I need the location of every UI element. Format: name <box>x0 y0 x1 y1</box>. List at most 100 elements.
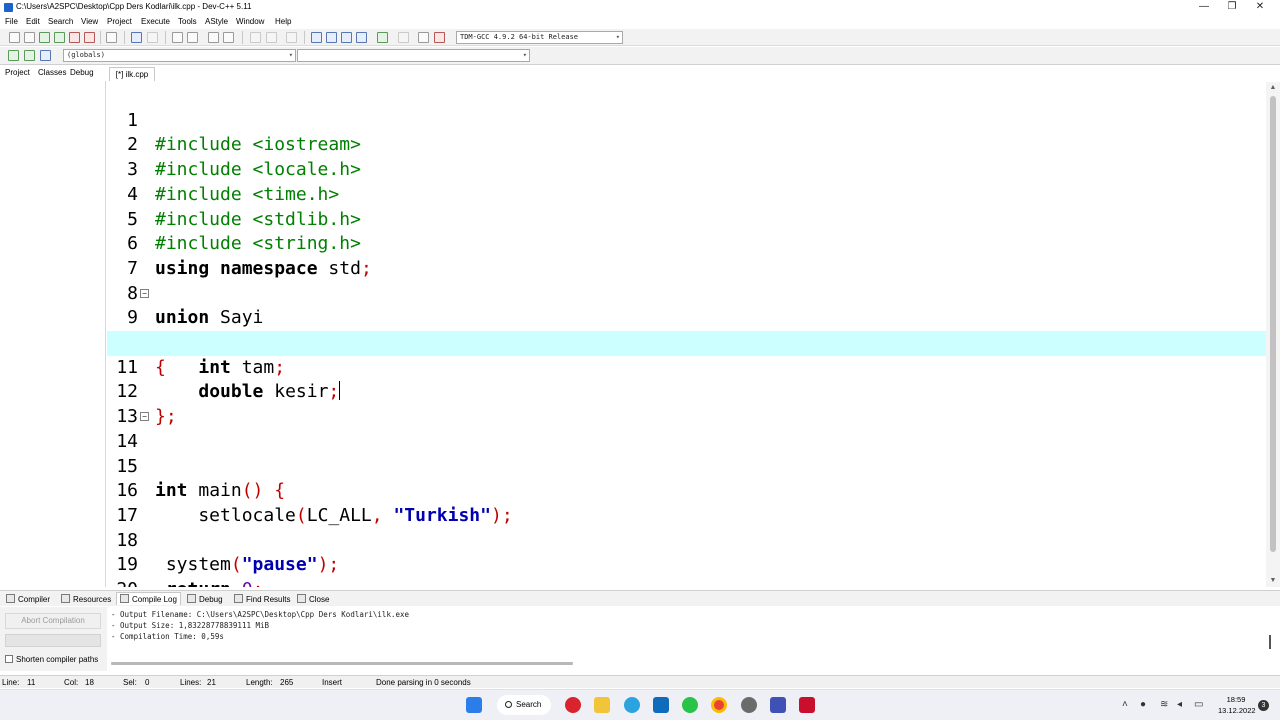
code-line-10: 10 int tam; <box>107 306 1266 378</box>
devcpp-taskbar-icon[interactable] <box>770 697 786 713</box>
menu-help[interactable]: Help <box>275 17 291 26</box>
telegram-icon[interactable] <box>624 697 640 713</box>
bookmark-icon[interactable] <box>223 32 234 43</box>
whatsapp-icon[interactable] <box>682 697 698 713</box>
scope-select[interactable]: (globals) ▾ <box>63 49 296 62</box>
settings-icon[interactable] <box>741 697 757 713</box>
insert-icon[interactable] <box>8 50 19 61</box>
redo-icon[interactable] <box>147 32 158 43</box>
project-options-icon[interactable] <box>286 32 297 43</box>
devcpp-app-icon <box>4 3 13 12</box>
fold-toggle-icon[interactable]: − <box>140 412 149 422</box>
tab-find-results[interactable]: Find Results <box>234 594 290 604</box>
project-remove-icon[interactable] <box>266 32 277 43</box>
fold-toggle-icon[interactable]: − <box>140 288 149 298</box>
find-icon[interactable] <box>172 32 183 43</box>
log-vertical-scrollbar[interactable] <box>1269 635 1271 649</box>
notification-badge[interactable]: 3 <box>1258 700 1269 711</box>
shorten-paths-checkbox[interactable]: Shorten compiler paths <box>5 655 98 664</box>
microphone-icon[interactable]: ● <box>1140 699 1146 710</box>
scrollbar-thumb[interactable] <box>1270 96 1276 552</box>
code-line-15: 15 <box>107 430 1266 477</box>
editor-vertical-scrollbar[interactable]: ▲ ▼ <box>1266 82 1280 587</box>
close-file-icon[interactable] <box>69 32 80 43</box>
output-tabs: Compiler Resources Compile Log Debug Fin… <box>0 590 1280 606</box>
menu-window[interactable]: Window <box>236 17 264 26</box>
menu-astyle[interactable]: AStyle <box>205 17 228 26</box>
wifi-icon[interactable]: ≋ <box>1160 699 1168 710</box>
replace-icon[interactable] <box>187 32 198 43</box>
code-line-6: 6 using namespace std; <box>107 208 1266 279</box>
taskbar-search[interactable]: Search <box>497 695 551 715</box>
opera-icon[interactable] <box>565 697 581 713</box>
status-length: 265 <box>280 678 294 687</box>
open-file-icon[interactable] <box>24 32 35 43</box>
tab-close[interactable]: Close <box>297 594 329 604</box>
scroll-up-icon[interactable]: ▲ <box>1266 82 1280 94</box>
goto-bookmark-icon[interactable] <box>40 50 51 61</box>
stop-execution-icon[interactable] <box>398 32 409 43</box>
windows-start-icon[interactable] <box>466 697 482 713</box>
tab-classes[interactable]: Classes <box>38 68 66 77</box>
code-line-12: 12 }; <box>107 356 1266 427</box>
tab-compiler[interactable]: Compiler <box>6 594 50 604</box>
tab-resources[interactable]: Resources <box>61 594 111 604</box>
toggle-bookmark-icon[interactable] <box>24 50 35 61</box>
outlook-icon[interactable] <box>653 697 669 713</box>
goto-line-icon[interactable] <box>208 32 219 43</box>
menu-view[interactable]: View <box>81 17 98 26</box>
menu-tools[interactable]: Tools <box>178 17 197 26</box>
chrome-icon[interactable] <box>711 697 727 713</box>
chevron-up-icon[interactable]: ˄ <box>1122 699 1128 710</box>
compile-icon[interactable] <box>311 32 322 43</box>
code-line-5: 5 #include <string.h> <box>107 183 1266 255</box>
compiler-select[interactable]: TDM-GCC 4.9.2 64-bit Release ▾ <box>456 31 623 44</box>
code-line-9: 9 − { <box>107 282 1266 378</box>
tab-compile-log[interactable]: Compile Log <box>116 592 181 605</box>
pdf-reader-icon[interactable] <box>799 697 815 713</box>
run-icon[interactable] <box>326 32 337 43</box>
profile-icon[interactable] <box>418 32 429 43</box>
code-editor[interactable]: 1 #include <iostream> 2 #include <locale… <box>107 82 1266 587</box>
compiler-icon <box>6 594 15 603</box>
abort-compilation-button[interactable]: Abort Compilation <box>5 613 101 629</box>
scroll-down-icon[interactable]: ▼ <box>1266 575 1280 587</box>
title-bar: C:\Users\A2SPC\Desktop\Cpp Ders Kodlari\… <box>0 0 1280 15</box>
clock-date: 13.12.2022 <box>1218 706 1256 715</box>
status-sel: 0 <box>145 678 150 687</box>
menu-file[interactable]: File <box>5 17 18 26</box>
tab-project[interactable]: Project <box>5 68 30 77</box>
menu-search[interactable]: Search <box>48 17 73 26</box>
battery-icon[interactable]: ▭ <box>1194 699 1203 710</box>
minimize-button[interactable]: — <box>1190 0 1218 15</box>
syntax-check-icon[interactable] <box>377 32 388 43</box>
taskbar-clock[interactable]: 18:59 13.12.2022 <box>1218 694 1256 716</box>
print-icon[interactable] <box>106 32 117 43</box>
rebuild-all-icon[interactable] <box>356 32 367 43</box>
tab-debug[interactable]: Debug <box>70 68 94 77</box>
file-explorer-icon[interactable] <box>594 697 610 713</box>
symbol-select[interactable]: ▾ <box>297 49 530 62</box>
menu-project[interactable]: Project <box>107 17 132 26</box>
close-all-icon[interactable] <box>84 32 95 43</box>
project-add-icon[interactable] <box>250 32 261 43</box>
menu-execute[interactable]: Execute <box>141 17 170 26</box>
menu-edit[interactable]: Edit <box>26 17 40 26</box>
tab-ilk-cpp[interactable]: [*] ilk.cpp <box>109 67 155 81</box>
close-window-button[interactable]: ✕ <box>1246 0 1274 15</box>
code-line-17: 17 <box>107 479 1266 526</box>
maximize-button[interactable]: ❐ <box>1218 0 1246 15</box>
log-horizontal-scrollbar[interactable] <box>111 662 573 665</box>
undo-icon[interactable] <box>131 32 142 43</box>
code-line-8: 8 union Sayi <box>107 257 1266 329</box>
save-all-icon[interactable] <box>54 32 65 43</box>
code-line-13: 13 <box>107 380 1266 427</box>
save-icon[interactable] <box>39 32 50 43</box>
checkbox-icon[interactable] <box>5 655 13 663</box>
compile-run-icon[interactable] <box>341 32 352 43</box>
volume-icon[interactable]: ◂ <box>1177 699 1182 710</box>
status-mode: Insert <box>322 678 343 687</box>
tab-debug-output[interactable]: Debug <box>187 594 223 604</box>
new-file-icon[interactable] <box>9 32 20 43</box>
debug-icon[interactable] <box>434 32 445 43</box>
